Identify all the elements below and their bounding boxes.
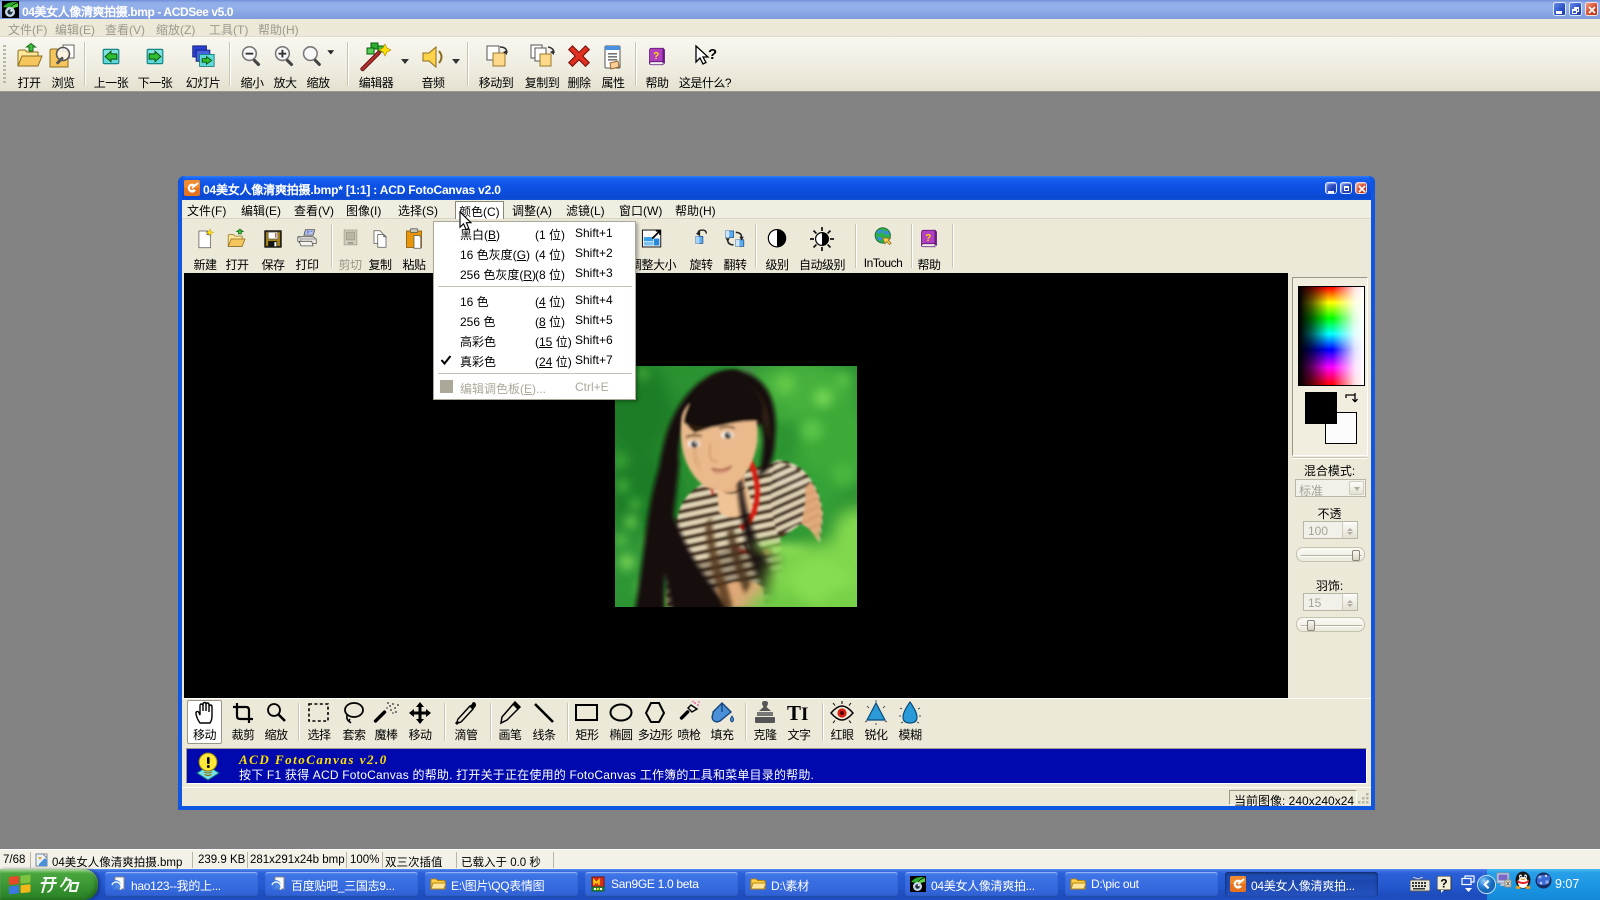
svg-text:?: ? [1440,877,1447,891]
svg-text:?: ? [708,46,717,63]
svg-text:?: ? [653,51,659,62]
